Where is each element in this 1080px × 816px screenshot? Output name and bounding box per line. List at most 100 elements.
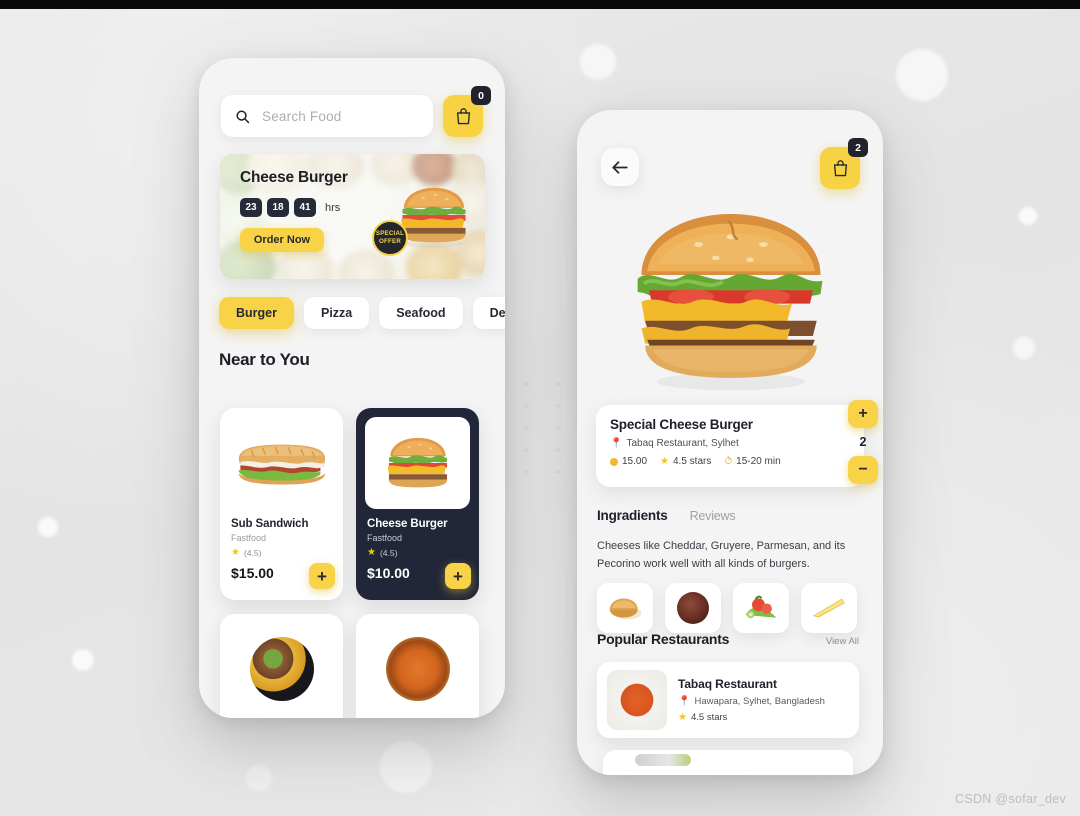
ingredient-bun[interactable] <box>597 583 653 633</box>
timer-minutes: 18 <box>267 198 289 217</box>
food-rating-value: (4.5) <box>379 548 398 558</box>
section-title-near-to-you: Near to You <box>219 350 310 369</box>
background-canvas <box>0 9 1080 816</box>
star-icon: ★ <box>367 547 376 558</box>
ingredient-cheese[interactable] <box>801 583 857 633</box>
bag-icon <box>456 108 470 125</box>
restaurant-list-item[interactable]: Tabaq Restaurant 📍 Hawapara, Sylhet, Ban… <box>597 662 859 738</box>
arrow-left-icon <box>612 160 628 174</box>
location-pin-icon: 📍 <box>610 437 623 449</box>
category-tab-pizza[interactable]: Pizza <box>303 297 370 329</box>
bun-icon <box>609 598 642 620</box>
view-all-link[interactable]: View All <box>826 636 859 647</box>
food-image <box>229 623 334 715</box>
restaurant-rating-value: 4.5 stars <box>690 712 728 723</box>
search-row: Search Food 0 <box>221 86 491 138</box>
category-tabs: Burger Pizza Seafood Dessert <box>219 297 505 329</box>
countdown-timer: 23 18 41 hrs <box>240 198 485 217</box>
ingredient-patty[interactable] <box>665 583 721 633</box>
bag-icon <box>833 160 847 177</box>
product-location: 📍 Tabaq Restaurant, Sylhet <box>610 438 850 449</box>
star-icon: ★ <box>678 711 687 723</box>
cart-button[interactable]: 0 <box>443 86 491 137</box>
restaurant-info: Tabaq Restaurant 📍 Hawapara, Sylhet, Ban… <box>678 677 825 723</box>
product-time-value: 15-20 min <box>736 456 781 467</box>
food-rating: ★ (4.5) <box>367 547 468 559</box>
product-price-value: 15.00 <box>622 456 648 467</box>
popular-restaurants-header: Popular Restaurants View All <box>597 631 859 647</box>
category-tab-dessert[interactable]: Dessert <box>472 297 505 329</box>
cart-badge: 0 <box>471 86 491 105</box>
promo-banner[interactable]: Cheese Burger 23 18 41 hrs Order Now SPE… <box>220 154 485 279</box>
food-card[interactable]: Sub Sandwich Fastfood ★ (4.5) $15.00 + <box>220 408 343 600</box>
add-to-cart-button[interactable]: + <box>309 563 335 589</box>
phone-detail-screen: 2 Special Cheese Burger 📍 Tabaq Restaura… <box>577 110 883 775</box>
food-card[interactable] <box>356 614 479 718</box>
restaurant-rating: ★ 4.5 stars <box>678 712 825 723</box>
location-pin-icon: 📍 <box>678 695 691 707</box>
search-icon <box>236 109 250 123</box>
sub-sandwich-icon <box>238 444 325 485</box>
decor-blob <box>38 517 58 537</box>
decor-blob <box>1013 337 1035 359</box>
special-offer-badge: SPECIAL OFFER <box>372 220 408 256</box>
ingredients-description: Cheeses like Cheddar, Gruyere, Parmesan,… <box>597 540 846 570</box>
watermark: CSDN @sofar_dev <box>955 792 1066 806</box>
product-detail-card: Special Cheese Burger 📍 Tabaq Restaurant… <box>596 400 878 487</box>
restaurant-thumbnail <box>607 670 667 730</box>
veggies-icon <box>745 595 777 619</box>
cart-button[interactable]: 2 <box>820 138 868 189</box>
coin-icon <box>610 457 618 466</box>
food-rating: ★ (4.5) <box>231 548 332 559</box>
steak-plate-image <box>249 637 314 701</box>
food-name: Sub Sandwich <box>231 518 309 530</box>
food-rating-value: (4.5) <box>243 548 262 558</box>
product-delivery-time: ⏱ 15-20 min <box>724 456 780 467</box>
restaurant-list-item[interactable] <box>603 750 853 775</box>
window-top-bar <box>0 0 1080 9</box>
food-card[interactable] <box>220 614 343 718</box>
decor-blob <box>72 649 94 671</box>
popular-restaurants-title: Popular Restaurants <box>597 631 730 647</box>
product-rating: ★ 4.5 stars <box>660 456 711 467</box>
cheese-burger-icon <box>387 437 447 488</box>
food-image <box>365 623 470 715</box>
cart-badge: 2 <box>848 138 868 157</box>
tab-reviews[interactable]: Reviews <box>690 509 736 523</box>
decrease-quantity-button[interactable]: − <box>848 456 878 484</box>
add-to-cart-button[interactable]: + <box>445 563 471 589</box>
restaurant-location: 📍 Hawapara, Sylhet, Bangladesh <box>678 696 825 707</box>
quantity-stepper: + 2 − <box>848 400 878 484</box>
product-price: 15.00 <box>610 456 647 467</box>
category-tab-burger[interactable]: Burger <box>219 297 294 329</box>
search-input[interactable]: Search Food <box>221 95 433 137</box>
phone-home-screen: Search Food 0 Cheese Burger 23 18 41 hrs… <box>199 58 505 718</box>
product-meta-row: 15.00 ★ 4.5 stars ⏱ 15-20 min <box>610 456 850 467</box>
food-category: Fastfood <box>367 533 403 543</box>
restaurant-thumbnail <box>635 754 691 766</box>
food-card-body: Sub Sandwich Fastfood ★ (4.5) $15.00 + <box>220 518 343 591</box>
patty-icon <box>677 592 709 624</box>
timer-unit-label: hrs <box>325 201 341 214</box>
increase-quantity-button[interactable]: + <box>848 400 878 428</box>
star-icon: ★ <box>660 455 669 467</box>
clock-icon: ⏱ <box>724 455 733 467</box>
decor-blob <box>580 44 616 80</box>
product-rating-value: 4.5 stars <box>673 456 712 467</box>
detail-tabs: Ingradients Reviews <box>597 508 736 523</box>
cheese-icon <box>812 598 845 618</box>
offer-line-2: OFFER <box>379 238 401 245</box>
product-title: Special Cheese Burger <box>610 417 753 432</box>
back-button[interactable] <box>601 148 639 186</box>
decor-blob <box>896 49 948 101</box>
tab-ingredients[interactable]: Ingradients <box>597 508 668 523</box>
food-card[interactable]: Cheese Burger Fastfood ★ (4.5) $10.00 + <box>356 408 479 600</box>
noodles-plate-image <box>385 637 450 701</box>
ingredient-veggies[interactable] <box>733 583 789 633</box>
food-card-body: Cheese Burger Fastfood ★ (4.5) $10.00 + <box>356 518 479 591</box>
category-tab-seafood[interactable]: Seafood <box>379 297 463 329</box>
timer-seconds: 41 <box>294 198 316 217</box>
search-placeholder: Search Food <box>262 108 342 124</box>
ingredient-thumbnails <box>597 583 857 633</box>
order-now-button[interactable]: Order Now <box>240 228 324 252</box>
